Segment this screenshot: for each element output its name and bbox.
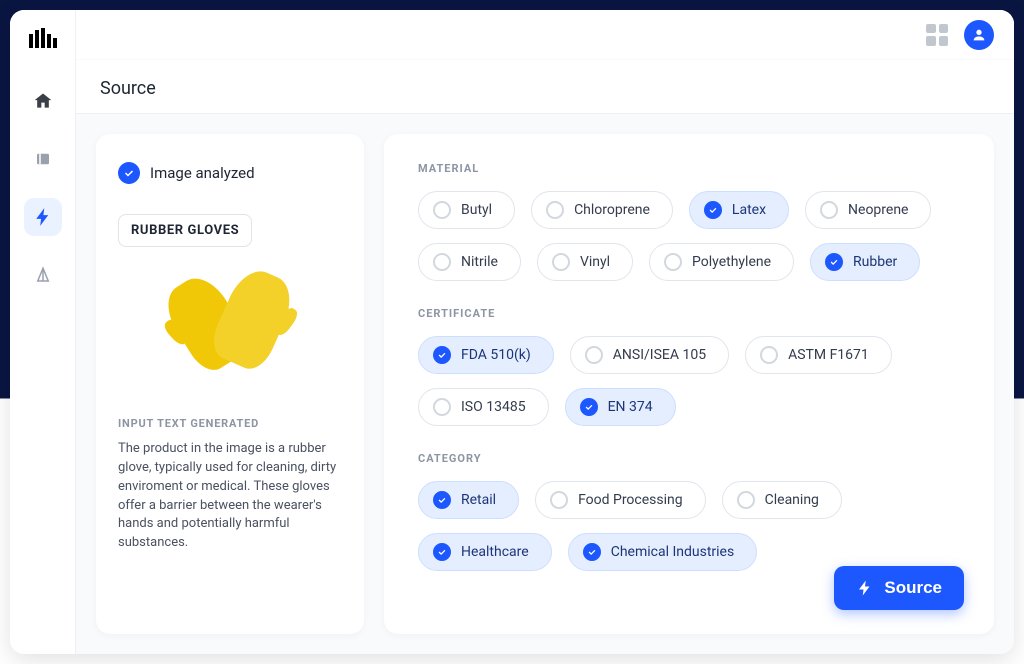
generated-text: The product in the image is a rubber glo… [118, 440, 342, 553]
material-heading: MATERIAL [418, 162, 954, 175]
material-chip[interactable]: Vinyl [537, 243, 633, 281]
filters-card: MATERIAL Butyl Chloroprene Latex Neoprene Ni… [384, 134, 994, 634]
material-chip[interactable]: Rubber [810, 243, 920, 281]
chip-label: ISO 13485 [461, 399, 526, 415]
chip-label: Chloroprene [574, 202, 650, 218]
generated-heading: INPUT TEXT GENERATED [118, 417, 342, 430]
check-icon [580, 398, 598, 416]
certificate-chip-row: FDA 510(k) ANSI/ISEA 105 ASTM F1671 ISO 134… [418, 336, 954, 426]
chip-label: Chemical Industries [611, 544, 735, 560]
material-chip[interactable]: Latex [689, 191, 789, 229]
category-chip[interactable]: Chemical Industries [568, 533, 758, 571]
check-icon [433, 346, 451, 364]
chip-label: Food Processing [578, 492, 683, 508]
material-chip[interactable]: Polyethylene [649, 243, 794, 281]
chip-label: Latex [732, 202, 766, 218]
check-icon [118, 162, 140, 184]
radio-icon [433, 201, 451, 219]
chip-label: Retail [461, 492, 496, 508]
product-image [155, 265, 305, 395]
radio-icon [585, 346, 603, 364]
radio-icon [433, 253, 451, 271]
radio-icon [760, 346, 778, 364]
category-chip[interactable]: Healthcare [418, 533, 552, 571]
category-chip-row: Retail Food Processing Cleaning Healthcare C… [418, 481, 954, 571]
material-section: MATERIAL Butyl Chloroprene Latex Neoprene Ni… [418, 162, 954, 281]
radio-icon [820, 201, 838, 219]
chip-label: EN 374 [608, 399, 653, 415]
material-chip[interactable]: Chloroprene [531, 191, 673, 229]
check-icon [583, 543, 601, 561]
category-chip[interactable]: Cleaning [722, 481, 842, 519]
radio-icon [433, 398, 451, 416]
source-button-label: Source [884, 578, 942, 598]
chip-label: Butyl [461, 202, 492, 218]
analyzed-label: Image analyzed [150, 164, 255, 182]
bolt-icon [856, 579, 874, 597]
certificate-chip[interactable]: EN 374 [565, 388, 676, 426]
chip-label: Nitrile [461, 254, 498, 270]
chip-label: FDA 510(k) [461, 347, 531, 363]
chip-label: Polyethylene [692, 254, 771, 270]
radio-icon [737, 491, 755, 509]
check-icon [825, 253, 843, 271]
certificate-section: CERTIFICATE FDA 510(k) ANSI/ISEA 105 ASTM … [418, 307, 954, 426]
analysis-card: Image analyzed RUBBER GLOVES INPUT TEXT … [96, 134, 364, 634]
check-icon [433, 543, 451, 561]
main: Source Image analyzed RUBBER GLOVES INPU… [76, 10, 1014, 654]
chip-label: Rubber [853, 254, 897, 270]
source-button[interactable]: Source [834, 566, 964, 610]
category-section: CATEGORY Retail Food Processing Cleaning He… [418, 452, 954, 571]
topbar [76, 10, 1014, 60]
product-label-chip: RUBBER GLOVES [118, 214, 252, 247]
material-chip[interactable]: Neoprene [805, 191, 931, 229]
nav-home[interactable] [24, 82, 62, 120]
certificate-chip[interactable]: FDA 510(k) [418, 336, 554, 374]
grid-view-icon[interactable] [926, 24, 948, 46]
analyzed-row: Image analyzed [118, 162, 342, 184]
chip-label: Vinyl [580, 254, 610, 270]
certificate-chip[interactable]: ASTM F1671 [745, 336, 892, 374]
radio-icon [552, 253, 570, 271]
check-icon [433, 491, 451, 509]
certificate-chip[interactable]: ISO 13485 [418, 388, 549, 426]
category-heading: CATEGORY [418, 452, 954, 465]
radio-icon [550, 491, 568, 509]
check-icon [704, 201, 722, 219]
material-chip[interactable]: Butyl [418, 191, 515, 229]
chip-label: Healthcare [461, 544, 529, 560]
nav-compass[interactable] [24, 256, 62, 294]
avatar[interactable] [964, 20, 994, 50]
nav-box[interactable] [24, 140, 62, 178]
chip-label: Neoprene [848, 202, 908, 218]
certificate-heading: CERTIFICATE [418, 307, 954, 320]
chip-label: ANSI/ISEA 105 [613, 347, 706, 363]
radio-icon [546, 201, 564, 219]
chip-label: Cleaning [765, 492, 819, 508]
material-chip-row: Butyl Chloroprene Latex Neoprene Nitrile Viny… [418, 191, 954, 281]
sidebar [10, 10, 76, 654]
chip-label: ASTM F1671 [788, 347, 869, 363]
radio-icon [664, 253, 682, 271]
material-chip[interactable]: Nitrile [418, 243, 521, 281]
page-title: Source [76, 60, 1014, 114]
certificate-chip[interactable]: ANSI/ISEA 105 [570, 336, 729, 374]
category-chip[interactable]: Retail [418, 481, 519, 519]
category-chip[interactable]: Food Processing [535, 481, 706, 519]
content-area: Image analyzed RUBBER GLOVES INPUT TEXT … [76, 114, 1014, 654]
nav-source[interactable] [24, 198, 62, 236]
logo [29, 28, 57, 48]
